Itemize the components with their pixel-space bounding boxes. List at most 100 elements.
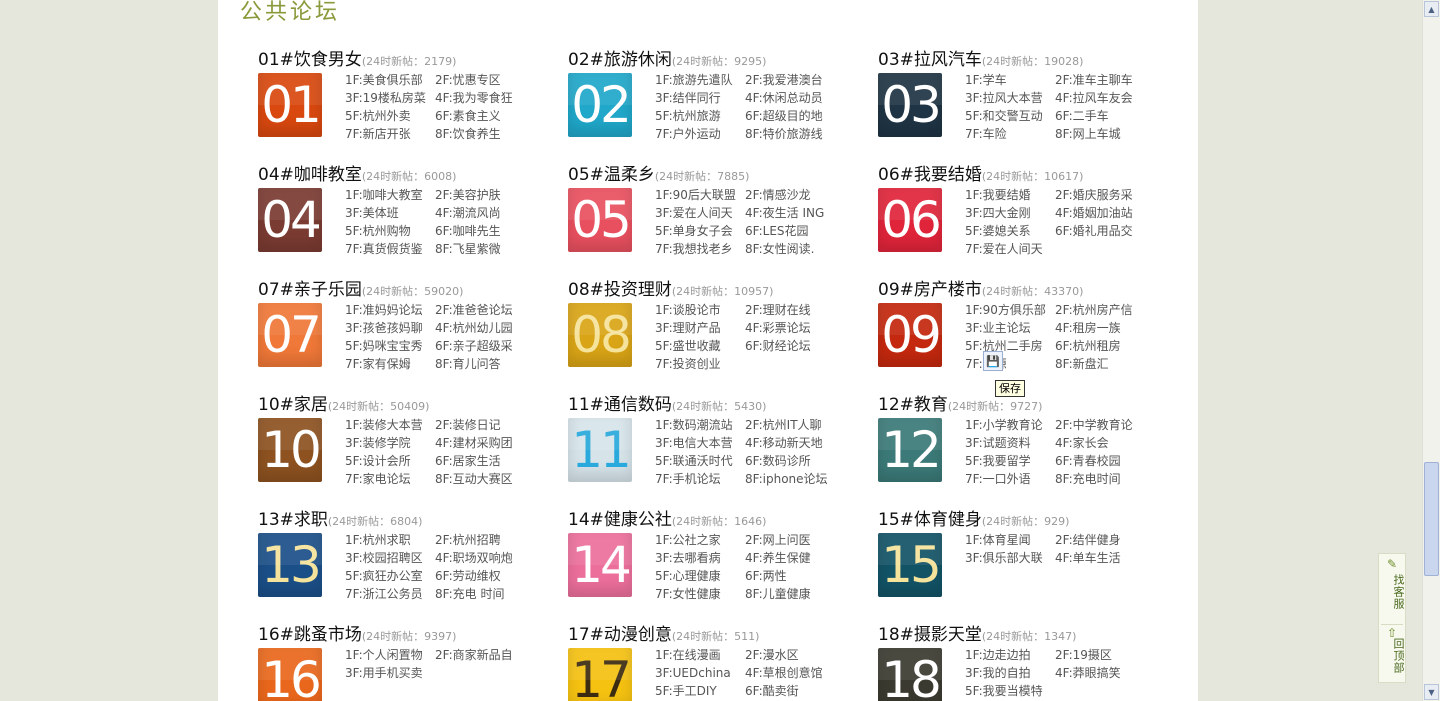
sub-forum-link[interactable]: 4F:杭州幼儿园 — [435, 319, 525, 337]
sub-forum-link[interactable]: 4F:移动新天地 — [745, 434, 835, 452]
sub-forum-link[interactable]: 1F:个人闲置物 — [345, 646, 435, 664]
sub-forum-link[interactable]: 6F:LES花园 — [745, 222, 835, 240]
forum-title-link[interactable]: 04#咖啡教室 — [258, 165, 362, 185]
sub-forum-link[interactable]: 7F:房源 — [965, 355, 1055, 373]
sub-forum-link[interactable]: 6F:二手车 — [1055, 107, 1145, 125]
forum-title-link[interactable]: 17#动漫创意 — [568, 625, 672, 645]
sub-forum-link[interactable]: 8F:飞星紫微 — [435, 240, 525, 258]
sub-forum-link[interactable]: 1F:公社之家 — [655, 531, 745, 549]
forum-number-badge[interactable]: 08 — [568, 303, 632, 367]
sub-forum-link[interactable]: 7F:新店开张 — [345, 125, 435, 143]
forum-title-link[interactable]: 13#求职 — [258, 510, 328, 530]
sub-forum-link[interactable]: 7F:一口外语 — [965, 470, 1055, 488]
sub-forum-link[interactable]: 6F:素食主义 — [435, 107, 525, 125]
sub-forum-link[interactable]: 1F:美食俱乐部 — [345, 71, 435, 89]
forum-title-link[interactable]: 06#我要结婚 — [878, 165, 982, 185]
sub-forum-link[interactable]: 2F:结伴健身 — [1055, 531, 1145, 549]
sub-forum-link[interactable]: 2F:情感沙龙 — [745, 186, 835, 204]
sub-forum-link[interactable]: 5F:妈咪宝宝秀 — [345, 337, 435, 355]
sub-forum-link[interactable]: 2F:漫水区 — [745, 646, 835, 664]
sub-forum-link[interactable]: 8F:网上车城 — [1055, 125, 1145, 143]
sub-forum-link[interactable]: 8F:iphone论坛 — [745, 470, 835, 488]
forum-title-link[interactable]: 12#教育 — [878, 395, 948, 415]
forum-number-badge[interactable]: 03 — [878, 73, 942, 137]
sub-forum-link[interactable]: 4F:夜生活 ING — [745, 204, 835, 222]
sub-forum-link[interactable]: 1F:咖啡大教室 — [345, 186, 435, 204]
sub-forum-link[interactable]: 5F:我要留学 — [965, 452, 1055, 470]
forum-number-badge[interactable]: 06 — [878, 188, 942, 252]
sub-forum-link[interactable]: 8F:饮食养生 — [435, 125, 525, 143]
sub-forum-link[interactable]: 7F:家电论坛 — [345, 470, 435, 488]
forum-title-link[interactable]: 02#旅游休闲 — [568, 50, 672, 70]
sub-forum-link[interactable]: 6F:婚礼用品交 — [1055, 222, 1145, 240]
sub-forum-link[interactable]: 1F:体育星闻 — [965, 531, 1055, 549]
sub-forum-link[interactable]: 4F:单车生活 — [1055, 549, 1145, 567]
sub-forum-link[interactable]: 2F:理财在线 — [745, 301, 835, 319]
sub-forum-link[interactable]: 3F:结伴同行 — [655, 89, 745, 107]
sub-forum-link[interactable]: 2F:忧惠专区 — [435, 71, 525, 89]
scroll-thumb[interactable] — [1424, 462, 1439, 576]
sub-forum-link[interactable]: 2F:准车主聊车 — [1055, 71, 1145, 89]
sub-forum-link[interactable]: 5F:心理健康 — [655, 567, 745, 585]
forum-title-link[interactable]: 11#通信数码 — [568, 395, 672, 415]
sub-forum-link[interactable]: 2F:杭州招聘 — [435, 531, 525, 549]
sub-forum-link[interactable]: 7F:车险 — [965, 125, 1055, 143]
forum-title-link[interactable]: 16#跳蚤市场 — [258, 625, 362, 645]
sub-forum-link[interactable]: 6F:咖啡先生 — [435, 222, 525, 240]
forum-title-link[interactable]: 09#房产楼市 — [878, 280, 982, 300]
sub-forum-link[interactable]: 1F:在线漫画 — [655, 646, 745, 664]
sub-forum-link[interactable]: 1F:装修大本营 — [345, 416, 435, 434]
sub-forum-link[interactable]: 7F:户外运动 — [655, 125, 745, 143]
sub-forum-link[interactable]: 6F:两性 — [745, 567, 835, 585]
sub-forum-link[interactable]: 2F:婚庆服务采 — [1055, 186, 1145, 204]
sub-forum-link[interactable]: 2F:商家新品自 — [435, 646, 525, 664]
forum-title-link[interactable]: 18#摄影天堂 — [878, 625, 982, 645]
forum-number-badge[interactable]: 09 — [878, 303, 942, 367]
sub-forum-link[interactable]: 3F:我的自拍 — [965, 664, 1055, 682]
sub-forum-link[interactable]: 8F:互动大赛区 — [435, 470, 525, 488]
sub-forum-link[interactable]: 6F:超级目的地 — [745, 107, 835, 125]
sub-forum-link[interactable]: 6F:亲子超级采 — [435, 337, 525, 355]
sub-forum-link[interactable]: 1F:我要结婚 — [965, 186, 1055, 204]
forum-number-badge[interactable]: 18 — [878, 648, 942, 701]
forum-number-badge[interactable]: 02 — [568, 73, 632, 137]
sub-forum-link[interactable]: 1F:边走边拍 — [965, 646, 1055, 664]
sub-forum-link[interactable]: 5F:杭州二手房 — [965, 337, 1055, 355]
sub-forum-link[interactable]: 4F:养生保健 — [745, 549, 835, 567]
forum-number-badge[interactable]: 10 — [258, 418, 322, 482]
sub-forum-link[interactable]: 2F:网上问医 — [745, 531, 835, 549]
forum-title-link[interactable]: 07#亲子乐园 — [258, 280, 362, 300]
sub-forum-link[interactable]: 4F:建材采购团 — [435, 434, 525, 452]
sub-forum-link[interactable]: 2F:19摄区 — [1055, 646, 1145, 664]
sub-forum-link[interactable]: 1F:谈股论市 — [655, 301, 745, 319]
sub-forum-link[interactable]: 5F:单身女子会 — [655, 222, 745, 240]
sub-forum-link[interactable]: 4F:潮流风尚 — [435, 204, 525, 222]
sub-forum-link[interactable]: 4F:家长会 — [1055, 434, 1145, 452]
sub-forum-link[interactable]: 3F:去哪看病 — [655, 549, 745, 567]
sub-forum-link[interactable]: 1F:杭州求职 — [345, 531, 435, 549]
sub-forum-link[interactable]: 3F:试题资料 — [965, 434, 1055, 452]
forum-number-badge[interactable]: 14 — [568, 533, 632, 597]
forum-number-badge[interactable]: 15 — [878, 533, 942, 597]
sub-forum-link[interactable]: 5F:我要当模特 — [965, 682, 1055, 700]
save-icon[interactable]: 💾 — [983, 351, 1003, 371]
forum-title-link[interactable]: 03#拉风汽车 — [878, 50, 982, 70]
sub-forum-link[interactable]: 1F:小学教育论 — [965, 416, 1055, 434]
sub-forum-link[interactable]: 4F:草根创意馆 — [745, 664, 835, 682]
sub-forum-link[interactable]: 8F:特价旅游线 — [745, 125, 835, 143]
sub-forum-link[interactable]: 4F:莽眼搞笑 — [1055, 664, 1145, 682]
sub-forum-link[interactable]: 3F:孩爸孩妈聊 — [345, 319, 435, 337]
sub-forum-link[interactable]: 5F:和交警互动 — [965, 107, 1055, 125]
sub-forum-link[interactable]: 6F:劳动维权 — [435, 567, 525, 585]
sub-forum-link[interactable]: 1F:90方俱乐部 — [965, 301, 1055, 319]
sub-forum-link[interactable]: 7F:真货假货鉴 — [345, 240, 435, 258]
sub-forum-link[interactable]: 6F:财经论坛 — [745, 337, 835, 355]
sub-forum-link[interactable]: 4F:职场双响炮 — [435, 549, 525, 567]
sub-forum-link[interactable]: 5F:联通沃时代 — [655, 452, 745, 470]
forum-number-badge[interactable]: 17 — [568, 648, 632, 701]
sub-forum-link[interactable]: 5F:杭州购物 — [345, 222, 435, 240]
sub-forum-link[interactable]: 2F:中学教育论 — [1055, 416, 1145, 434]
forum-number-badge[interactable]: 13 — [258, 533, 322, 597]
forum-number-badge[interactable]: 01 — [258, 73, 322, 137]
sub-forum-link[interactable]: 7F:我想找老乡 — [655, 240, 745, 258]
